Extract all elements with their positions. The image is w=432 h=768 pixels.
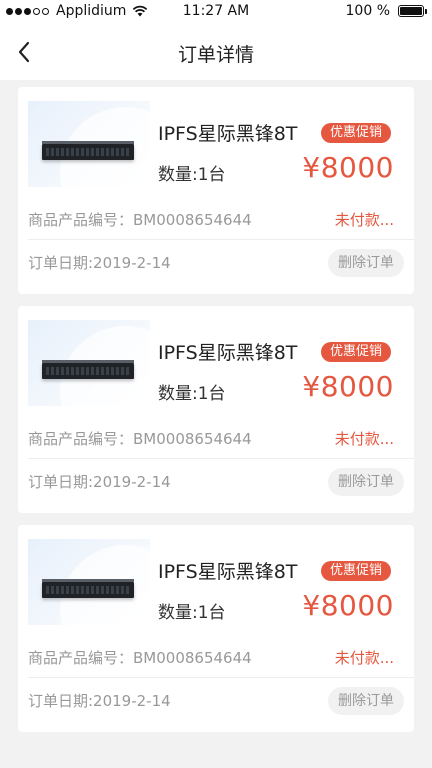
product-image xyxy=(28,539,150,625)
server-icon xyxy=(42,582,134,598)
order-date: 订单日期:2019-2-14 xyxy=(28,254,171,272)
order-date: 订单日期:2019-2-14 xyxy=(28,473,171,491)
quantity: 数量:1台 xyxy=(158,165,226,185)
promotion-badge: 优惠促销 xyxy=(321,123,392,143)
order-card[interactable]: IPFS星际黑锋8T 优惠促销 数量:1台 ¥8000 商品产品编号：BM000… xyxy=(18,306,414,513)
delete-order-button[interactable]: 删除订单 xyxy=(328,249,404,277)
page-title: 订单详情 xyxy=(177,44,254,66)
payment-status: 未付款... xyxy=(334,649,394,667)
order-date: 订单日期:2019-2-14 xyxy=(28,692,171,710)
battery-icon xyxy=(398,5,427,17)
product-name: IPFS星际黑锋8T xyxy=(158,123,298,145)
delete-order-button[interactable]: 删除订单 xyxy=(328,687,404,715)
order-list: IPFS星际黑锋8T 优惠促销 数量:1台 ¥8000 商品产品编号：BM000… xyxy=(18,87,414,744)
quantity: 数量:1台 xyxy=(158,603,226,623)
status-bar: Applidium 11:27 AM 100 % xyxy=(0,0,432,24)
product-code: 商品产品编号：BM0008654644 xyxy=(28,430,252,448)
promotion-badge: 优惠促销 xyxy=(321,342,392,362)
divider xyxy=(28,239,414,240)
divider xyxy=(28,458,414,459)
battery-percentage: 100 % xyxy=(345,3,390,19)
order-card[interactable]: IPFS星际黑锋8T 优惠促销 数量:1台 ¥8000 商品产品编号：BM000… xyxy=(18,525,414,732)
status-bar-right: 100 % xyxy=(345,3,427,19)
product-name: IPFS星际黑锋8T xyxy=(158,561,298,583)
product-image xyxy=(28,320,150,406)
payment-status: 未付款... xyxy=(334,211,394,229)
product-code: 商品产品编号：BM0008654644 xyxy=(28,649,252,667)
price: ¥8000 xyxy=(302,370,394,403)
product-name: IPFS星际黑锋8T xyxy=(158,342,298,364)
promotion-badge: 优惠促销 xyxy=(321,561,392,581)
server-icon xyxy=(42,144,134,160)
server-icon xyxy=(42,363,134,379)
payment-status: 未付款... xyxy=(334,430,394,448)
navigation-bar: 订单详情 xyxy=(0,24,432,80)
order-card[interactable]: IPFS星际黑锋8T 优惠促销 数量:1台 ¥8000 商品产品编号：BM000… xyxy=(18,87,414,294)
product-image xyxy=(28,101,150,187)
product-code: 商品产品编号：BM0008654644 xyxy=(28,211,252,229)
quantity: 数量:1台 xyxy=(158,384,226,404)
divider xyxy=(28,677,414,678)
price: ¥8000 xyxy=(302,151,394,184)
price: ¥8000 xyxy=(302,589,394,622)
delete-order-button[interactable]: 删除订单 xyxy=(328,468,404,496)
